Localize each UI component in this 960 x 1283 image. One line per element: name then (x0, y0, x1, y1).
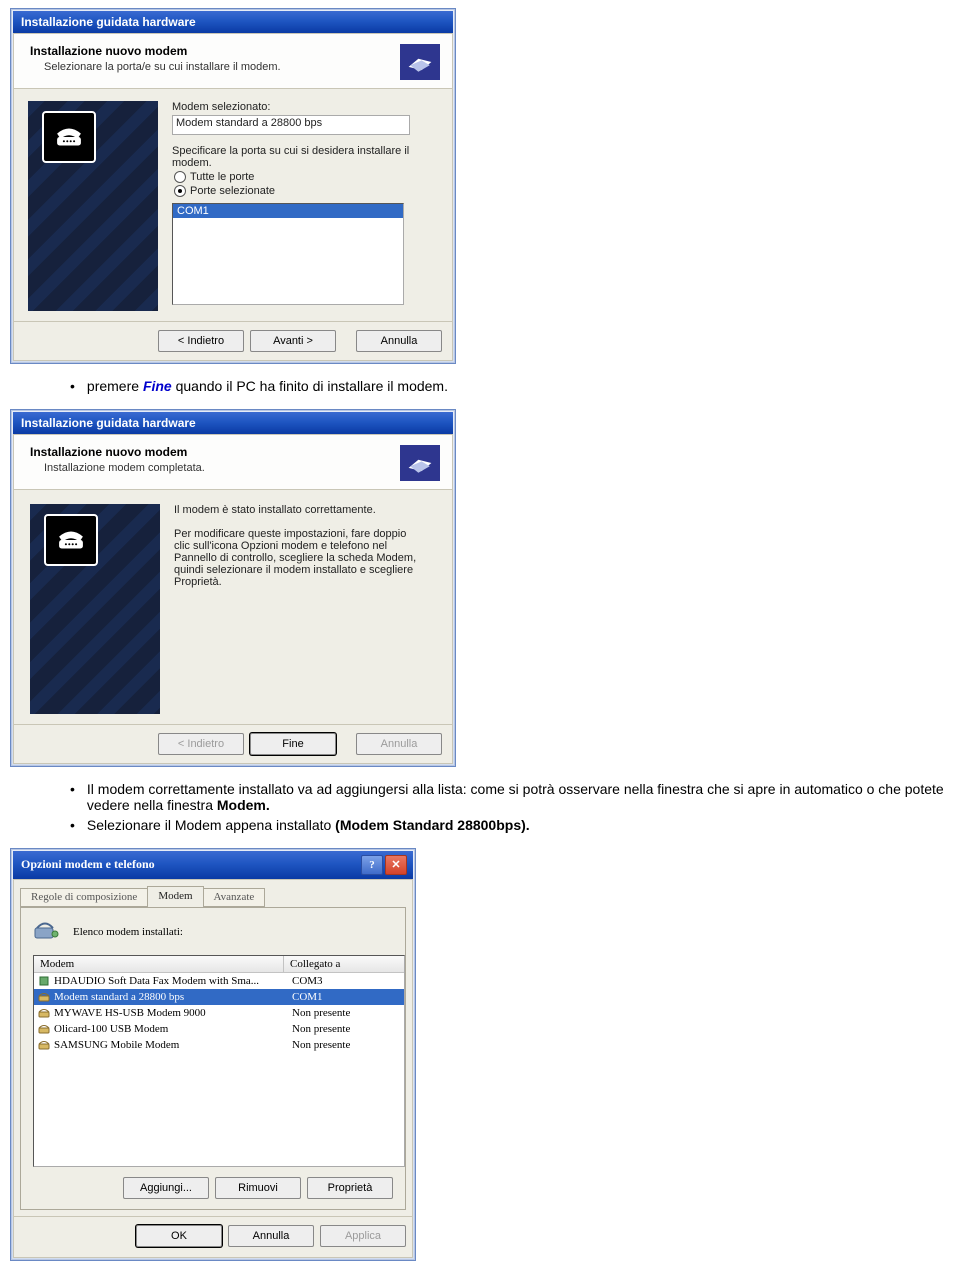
wizard-header: Installazione nuovo modem Selezionare la… (14, 34, 452, 89)
wizard-inner: Installazione nuovo modem Selezionare la… (13, 33, 453, 361)
wizard-head-title: Installazione nuovo modem (30, 445, 400, 459)
doc-instructions-1: premere Fine quando il PC ha finito di i… (70, 378, 950, 395)
table-row[interactable]: HDAUDIO Soft Data Fax Modem with Sma... C… (34, 973, 404, 989)
modem-banner-icon (400, 445, 440, 481)
table-row[interactable]: Modem standard a 28800 bps COM1 (34, 989, 404, 1005)
tab-strip: Regole di composizione Modem Avanzate (14, 880, 412, 907)
list-label: Elenco modem installati: (73, 926, 183, 938)
col-modem[interactable]: Modem (34, 956, 284, 972)
help-button[interactable]: ? (361, 855, 383, 875)
modem-conn: Non presente (288, 1039, 404, 1051)
radio-icon (174, 171, 186, 183)
doc-instructions-2: Il modem correttamente installato va ad … (70, 781, 950, 834)
table-row[interactable]: Olicard-100 USB Modem Non presente (34, 1021, 404, 1037)
wizard-head-subtitle: Installazione modem completata. (44, 462, 400, 474)
titlebar[interactable]: Installazione guidata hardware (13, 412, 453, 434)
finish-button[interactable]: Fine (250, 733, 336, 755)
add-button[interactable]: Aggiungi... (123, 1177, 209, 1199)
wizard-side-art (28, 101, 158, 311)
doc-bullet-list-added: Il modem correttamente installato va ad … (70, 781, 950, 813)
port-item-com1[interactable]: COM1 (173, 204, 403, 218)
selected-modem-label: Modem selezionato: (172, 101, 438, 113)
wizard-head-subtitle: Selezionare la porta/e su cui installare… (44, 61, 400, 73)
wizard-header: Installazione nuovo modem Installazione … (14, 435, 452, 490)
window-title: Installazione guidata hardware (21, 15, 196, 29)
doc-bullet-fine: premere Fine quando il PC ha finito di i… (70, 378, 950, 395)
install-success-msg: Il modem è stato installato correttament… (174, 504, 436, 516)
radio-icon (174, 185, 186, 197)
wizard-select-port: Installazione guidata hardware Installaz… (10, 8, 456, 364)
phone-modem-options-dialog: Opzioni modem e telefono ? ✕ Regole di c… (10, 848, 416, 1261)
close-button[interactable]: ✕ (385, 855, 407, 875)
modem-row-icon (38, 1023, 50, 1035)
remove-button[interactable]: Rimuovi (215, 1177, 301, 1199)
port-prompt: Specificare la porta su cui si desidera … (172, 145, 438, 169)
cancel-button: Annulla (356, 733, 442, 755)
ok-button[interactable]: OK (136, 1225, 222, 1247)
col-connected[interactable]: Collegato a (284, 956, 404, 972)
table-row[interactable]: SAMSUNG Mobile Modem Non presente (34, 1037, 404, 1053)
table-header: Modem Collegato a (34, 956, 404, 973)
titlebar[interactable]: Opzioni modem e telefono ? ✕ (13, 851, 413, 879)
window-title: Installazione guidata hardware (21, 416, 196, 430)
modem-conn: COM3 (288, 975, 404, 987)
apply-button: Applica (320, 1225, 406, 1247)
radio-all-ports[interactable]: Tutte le porte (174, 171, 438, 183)
cancel-button[interactable]: Annulla (228, 1225, 314, 1247)
fine-keyword: Fine (143, 378, 172, 394)
modem-conn: Non presente (288, 1007, 404, 1019)
window-title: Opzioni modem e telefono (21, 857, 155, 872)
back-button: < Indietro (158, 733, 244, 755)
phone-icon (44, 514, 98, 566)
wizard-head-title: Installazione nuovo modem (30, 44, 400, 58)
selected-modem-field: Modem standard a 28800 bps (172, 115, 410, 135)
properties-button[interactable]: Proprietà (307, 1177, 393, 1199)
modem-name: Modem standard a 28800 bps (54, 991, 184, 1003)
wizard-side-art (30, 504, 160, 714)
modem-conn: Non presente (288, 1023, 404, 1035)
modem-list-icon (33, 920, 61, 945)
modem-row-icon (38, 1007, 50, 1019)
modem-name: HDAUDIO Soft Data Fax Modem with Sma... (54, 975, 259, 987)
modem-row-icon (38, 1039, 50, 1051)
install-info-msg: Per modificare queste impostazioni, fare… (174, 528, 424, 588)
wizard-complete: Installazione guidata hardware Installaz… (10, 409, 456, 767)
tab-dialing-rules[interactable]: Regole di composizione (20, 888, 148, 907)
back-button[interactable]: < Indietro (158, 330, 244, 352)
next-button[interactable]: Avanti > (250, 330, 336, 352)
port-listbox[interactable]: COM1 (172, 203, 404, 305)
table-row[interactable]: MYWAVE HS-USB Modem 9000 Non presente (34, 1005, 404, 1021)
modem-table[interactable]: Modem Collegato a HDAUDIO Soft Data Fax … (33, 955, 405, 1167)
modem-conn: COM1 (288, 991, 404, 1003)
modem-row-icon (38, 991, 50, 1003)
modem-name: Olicard-100 USB Modem (54, 1023, 168, 1035)
modem-banner-icon (400, 44, 440, 80)
modem-name: MYWAVE HS-USB Modem 9000 (54, 1007, 206, 1019)
doc-bullet-select-modem: Selezionare il Modem appena installato (… (70, 817, 950, 834)
radio-selected-ports[interactable]: Porte selezionate (174, 185, 438, 197)
modem-name: SAMSUNG Mobile Modem (54, 1039, 179, 1051)
modem-row-icon (38, 975, 50, 987)
cancel-button[interactable]: Annulla (356, 330, 442, 352)
tab-modem[interactable]: Modem (147, 886, 203, 907)
phone-icon (42, 111, 96, 163)
tab-advanced[interactable]: Avanzate (203, 888, 266, 907)
wizard-inner: Installazione nuovo modem Installazione … (13, 434, 453, 764)
tab-page-modem: Elenco modem installati: Modem Collegato… (20, 907, 406, 1210)
titlebar[interactable]: Installazione guidata hardware (13, 11, 453, 33)
